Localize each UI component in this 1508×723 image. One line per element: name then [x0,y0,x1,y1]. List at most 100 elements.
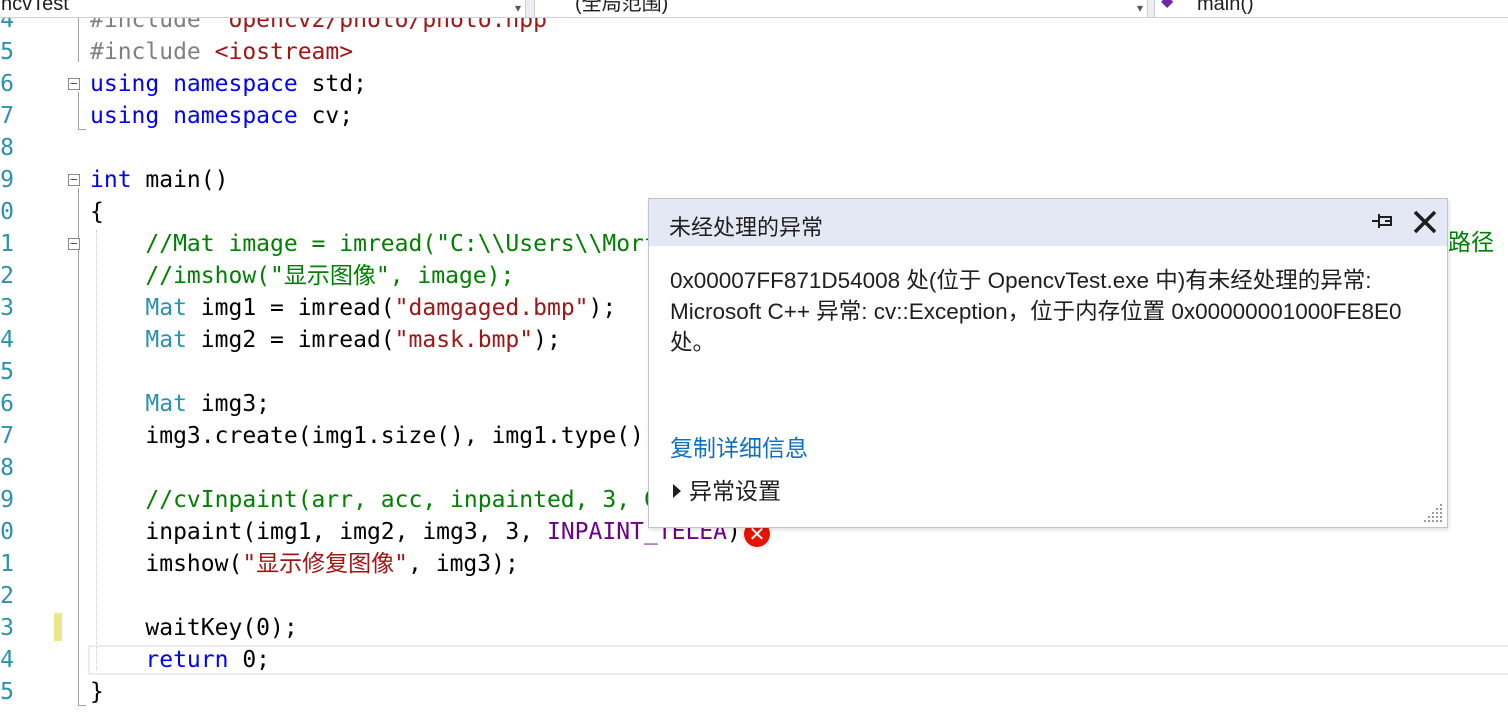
popup-title: 未经处理的异常 [669,215,824,240]
code-token: { [90,199,104,225]
code-line[interactable]: 4 return 0; [0,644,1508,676]
line-number: 1 [0,231,14,257]
line-number: 4 [0,647,14,673]
line-number: 9 [0,167,14,193]
code-text: Mat img2 = imread("mask.bmp"); [90,324,561,356]
overflow-comment-text: 路径 [1448,230,1494,256]
exception-settings-label: 异常设置 [689,478,781,504]
expand-triangle-icon [673,484,681,498]
code-line[interactable]: 8 [0,132,1508,164]
code-text: imshow("显示修复图像", img3); [90,548,519,580]
line-number: 5 [0,359,14,385]
line-number: 9 [0,487,14,513]
exception-settings-toggle[interactable]: 异常设置 [673,472,781,506]
code-token: "mask.bmp" [394,327,534,353]
code-text: Mat img3; [90,388,270,420]
copy-details-link[interactable]: 复制详细信息 [670,429,808,463]
code-text: //Mat image = imread("C:\\Users\\Morfir [90,228,685,260]
code-token: <iostream> [214,39,354,65]
code-line[interactable]: 5} [0,676,1508,708]
code-token: 0; [242,647,271,673]
code-line[interactable]: 5 #include <iostream> [0,36,1508,68]
code-token: waitKey(0); [90,615,298,641]
code-token: img3.create(img1.size(), img1.type()); [90,423,672,449]
line-number: 7 [0,103,14,129]
code-token: , img3); [408,551,519,577]
code-text: int main() [90,164,228,196]
scope-dropdown[interactable]: (全局范围) ▾ [534,0,1148,17]
line-number: 2 [0,263,14,289]
line-number: 5 [0,679,14,705]
chevron-down-icon: ▾ [514,1,521,15]
code-token: ); [588,295,617,321]
code-token: #include [90,39,215,65]
code-token: Mat [90,295,201,321]
code-text: //imshow("显示图像", image); [90,260,514,292]
code-text: waitKey(0); [90,612,298,644]
code-token: "显示修复图像" [242,551,409,577]
code-token: inpaint(img1, img2, img3, 3, [90,519,547,545]
code-token: return [90,647,243,673]
code-line[interactable]: 7 using namespace cv; [0,100,1508,132]
function-icon: ◆ [1161,0,1174,10]
line-number: 3 [0,295,14,321]
line-number: 5 [0,39,14,65]
line-number: 6 [0,71,14,97]
resize-grip-icon[interactable] [1422,502,1444,524]
code-token: using namespace [90,103,312,129]
line-number: 6 [0,391,14,417]
function-dropdown-label: main() [1197,0,1254,15]
code-token: Mat [90,327,201,353]
code-line[interactable]: 9 int main() [0,164,1508,196]
exception-helper-popup: 未经处理的异常 0x00007FF871D54008 处(位于 OpencvTe… [648,198,1448,528]
code-token: img1 = imread( [200,295,395,321]
code-token: imshow( [90,551,243,577]
line-number: 1 [0,551,14,577]
code-line[interactable]: 3 waitKey(0); [0,612,1508,644]
line-number: 2 [0,583,14,609]
code-text: Mat img1 = imread("damgaged.bmp"); [90,292,616,324]
scope-dropdown-label: (全局范围) [575,0,669,15]
line-number: 3 [0,615,14,641]
line-number: 0 [0,199,14,225]
code-token: std; [311,71,367,97]
code-text: #include <iostream> [90,36,353,68]
code-token: Mat [90,391,201,417]
pin-icon[interactable] [1371,211,1395,233]
code-token: using namespace [90,71,312,97]
code-token: ); [533,327,561,353]
code-line[interactable]: 2 [0,580,1508,612]
code-token: int [90,167,146,193]
project-dropdown[interactable]: ncvTest ▾ [0,0,526,17]
code-token: main() [145,167,229,193]
navigation-bar: ncvTest ▾ (全局范围) ▾ ◆ main() [0,0,1508,18]
code-text: //cvInpaint(arr, acc, inpainted, 3, CV_ [90,484,685,516]
code-text: img3.create(img1.size(), img1.type()); [90,420,672,452]
close-icon[interactable] [1411,209,1439,235]
code-token: img2 = imread( [200,327,395,353]
line-number: 7 [0,423,14,449]
code-token: img3; [200,391,271,417]
function-dropdown[interactable]: ◆ main() [1154,0,1508,17]
code-text: { [90,196,104,228]
code-token: //imshow("显示图像", image); [90,263,515,289]
code-token: cv; [311,103,354,129]
chevron-down-icon: ▾ [1136,1,1143,15]
line-number: 8 [0,455,14,481]
line-number: 0 [0,519,14,545]
code-text: using namespace std; [90,68,367,100]
line-number: 8 [0,135,14,161]
popup-header: 未经处理的异常 [649,199,1447,246]
code-text: return 0; [90,644,270,676]
code-line[interactable]: 1 imshow("显示修复图像", img3); [0,548,1508,580]
code-line[interactable]: 6 using namespace std; [0,68,1508,100]
code-text: } [90,676,104,708]
code-token: } [90,679,104,705]
project-dropdown-label: ncvTest [1,0,69,15]
line-number: 4 [0,327,14,353]
code-token: //Mat image = imread("C:\\Users\\Morfir [90,231,686,257]
exception-message: 0x00007FF871D54008 处(位于 OpencvTest.exe 中… [670,268,1402,355]
code-text: using namespace cv; [90,100,353,132]
code-token: //cvInpaint(arr, acc, inpainted, 3, CV_ [90,487,686,513]
code-token: "damgaged.bmp" [394,295,589,321]
